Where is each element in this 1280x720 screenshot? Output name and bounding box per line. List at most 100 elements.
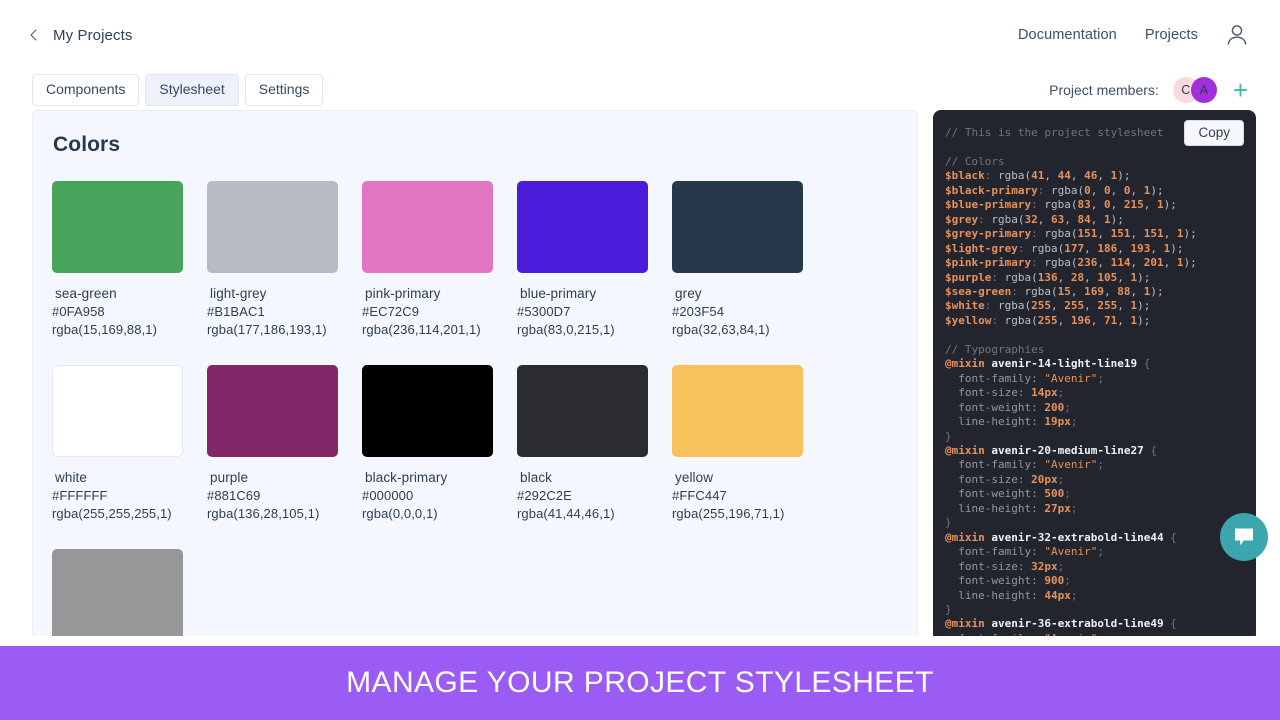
color-swatch-name: pink-primary bbox=[362, 286, 517, 301]
color-swatch[interactable] bbox=[207, 365, 338, 457]
tab-components[interactable]: Components bbox=[32, 74, 139, 106]
color-swatch-name: blue-primary bbox=[517, 286, 672, 301]
code-content: // This is the project stylesheet // Col… bbox=[933, 110, 1256, 642]
code-line: font-family: "Avenir"; bbox=[945, 458, 1244, 472]
chat-bubble-button[interactable] bbox=[1220, 513, 1268, 561]
colors-panel: Colors sea-green#0FA958rgba(15,169,88,1)… bbox=[32, 110, 918, 640]
color-swatch[interactable] bbox=[362, 365, 493, 457]
stylesheet-code-panel[interactable]: // This is the project stylesheet // Col… bbox=[933, 110, 1256, 642]
color-swatch-rgba: rgba(255,255,255,1) bbox=[52, 506, 207, 521]
add-member-button[interactable]: + bbox=[1233, 77, 1248, 103]
tab-stylesheet[interactable]: Stylesheet bbox=[145, 74, 238, 106]
color-swatch-cell: sea-green #0FA958 rgba(15,169,88,1) bbox=[52, 181, 207, 337]
color-swatch[interactable] bbox=[207, 181, 338, 273]
color-swatch-cell: light-grey #B1BAC1 rgba(177,186,193,1) bbox=[207, 181, 362, 337]
color-swatch-name: sea-green bbox=[52, 286, 207, 301]
code-line: } bbox=[945, 430, 1244, 444]
code-line: } bbox=[945, 603, 1244, 617]
color-swatch-name: black-primary bbox=[362, 470, 517, 485]
user-account-icon[interactable] bbox=[1226, 23, 1248, 47]
code-line: font-weight: 200; bbox=[945, 401, 1244, 415]
project-tabs: Components Stylesheet Settings bbox=[32, 74, 323, 106]
color-swatch-hex: #881C69 bbox=[207, 488, 362, 503]
color-swatch-name: purple bbox=[207, 470, 362, 485]
back-to-my-projects[interactable]: My Projects bbox=[32, 27, 132, 44]
color-swatch[interactable] bbox=[52, 549, 183, 640]
color-swatch-name: light-grey bbox=[207, 286, 362, 301]
swatch-row-3 bbox=[33, 521, 917, 640]
code-line: @mixin avenir-14-light-line19 { bbox=[945, 357, 1244, 371]
chevron-left-icon bbox=[30, 29, 41, 40]
color-swatch-rgba: rgba(83,0,215,1) bbox=[517, 322, 672, 337]
color-swatch-cell: pink-primary#EC72C9rgba(236,114,201,1) bbox=[362, 181, 517, 337]
color-swatch-rgba: rgba(32,63,84,1) bbox=[672, 322, 827, 337]
code-line: font-weight: 900; bbox=[945, 574, 1244, 588]
header-nav: Documentation Projects bbox=[1018, 23, 1248, 47]
code-line: @mixin avenir-36-extrabold-line49 { bbox=[945, 617, 1244, 631]
color-swatch[interactable] bbox=[517, 181, 648, 273]
color-swatch-hex: #B1BAC1 bbox=[207, 304, 362, 319]
color-swatch-hex: #000000 bbox=[362, 488, 517, 503]
code-line: // Colors bbox=[945, 155, 1244, 169]
project-members-label: Project members: bbox=[1049, 82, 1159, 98]
nav-link-projects[interactable]: Projects bbox=[1145, 27, 1198, 43]
code-line: $pink-primary: rgba(236, 114, 201, 1); bbox=[945, 256, 1244, 270]
color-swatch-rgba: rgba(41,44,46,1) bbox=[517, 506, 672, 521]
code-line: font-size: 20px; bbox=[945, 473, 1244, 487]
breadcrumb-label: My Projects bbox=[53, 27, 132, 44]
code-line: $purple: rgba(136, 28, 105, 1); bbox=[945, 271, 1244, 285]
color-swatch-hex: #5300D7 bbox=[517, 304, 672, 319]
color-swatch[interactable] bbox=[672, 365, 803, 457]
copy-button[interactable]: Copy bbox=[1184, 120, 1244, 146]
code-line: $black: rgba(41, 44, 46, 1); bbox=[945, 169, 1244, 183]
color-swatch-cell: blue-primary #5300D7 rgba(83,0,215,1) bbox=[517, 181, 672, 337]
color-swatch[interactable] bbox=[52, 181, 183, 273]
code-line: $grey: rgba(32, 63, 84, 1); bbox=[945, 213, 1244, 227]
code-line bbox=[945, 328, 1244, 342]
code-line: font-family: "Avenir"; bbox=[945, 545, 1244, 559]
color-swatch-rgba: rgba(0,0,0,1) bbox=[362, 506, 517, 521]
color-swatch-rgba: rgba(15,169,88,1) bbox=[52, 322, 207, 337]
color-swatch-cell: black-primary #000000 rgba(0,0,0,1) bbox=[362, 365, 517, 521]
tabs-row: Components Stylesheet Settings Project m… bbox=[0, 70, 1280, 110]
color-swatch[interactable] bbox=[672, 181, 803, 273]
banner-gap bbox=[0, 636, 1280, 646]
code-line: line-height: 19px; bbox=[945, 415, 1244, 429]
color-swatch-cell: white#FFFFFFrgba(255,255,255,1) bbox=[52, 365, 207, 521]
code-line: $white: rgba(255, 255, 255, 1); bbox=[945, 299, 1244, 313]
banner-text: MANAGE YOUR PROJECT STYLESHEET bbox=[346, 666, 934, 700]
color-swatch-hex: #203F54 bbox=[672, 304, 827, 319]
code-line: @mixin avenir-20-medium-line27 { bbox=[945, 444, 1244, 458]
color-swatch-cell: grey#203F54rgba(32,63,84,1) bbox=[672, 181, 827, 337]
color-swatch-cell: purple#881C69rgba(136,28,105,1) bbox=[207, 365, 362, 521]
color-swatch-rgba: rgba(255,196,71,1) bbox=[672, 506, 827, 521]
color-swatch[interactable] bbox=[362, 181, 493, 273]
color-swatch-name: black bbox=[517, 470, 672, 485]
color-swatch-hex: #EC72C9 bbox=[362, 304, 517, 319]
swatch-row-1: sea-green #0FA958 rgba(15,169,88,1) light-… bbox=[33, 157, 917, 337]
member-avatars: C A bbox=[1173, 77, 1217, 103]
color-swatch-hex: #FFC447 bbox=[672, 488, 827, 503]
tab-settings[interactable]: Settings bbox=[245, 74, 324, 106]
color-swatch[interactable] bbox=[52, 365, 183, 457]
color-swatch-name: white bbox=[52, 470, 207, 485]
code-line: font-weight: 500; bbox=[945, 487, 1244, 501]
nav-link-documentation[interactable]: Documentation bbox=[1018, 27, 1117, 43]
code-line: // Typographies bbox=[945, 343, 1244, 357]
color-swatch-hex: #292C2E bbox=[517, 488, 672, 503]
project-members: Project members: C A + bbox=[1049, 77, 1248, 103]
code-line: line-height: 27px; bbox=[945, 502, 1244, 516]
code-line: $sea-green: rgba(15, 169, 88, 1); bbox=[945, 285, 1244, 299]
code-line: } bbox=[945, 516, 1244, 530]
code-line: line-height: 44px; bbox=[945, 589, 1244, 603]
chat-bubble-icon bbox=[1233, 527, 1255, 547]
color-swatch-hex: #0FA958 bbox=[52, 304, 207, 319]
color-swatch-name: yellow bbox=[672, 470, 827, 485]
top-header-bar: My Projects Documentation Projects bbox=[0, 0, 1280, 70]
color-swatch[interactable] bbox=[517, 365, 648, 457]
avatar[interactable]: A bbox=[1191, 77, 1217, 103]
code-line: font-size: 14px; bbox=[945, 386, 1244, 400]
color-swatch-cell bbox=[52, 549, 207, 640]
code-line: $blue-primary: rgba(83, 0, 215, 1); bbox=[945, 198, 1244, 212]
color-swatch-rgba: rgba(177,186,193,1) bbox=[207, 322, 362, 337]
